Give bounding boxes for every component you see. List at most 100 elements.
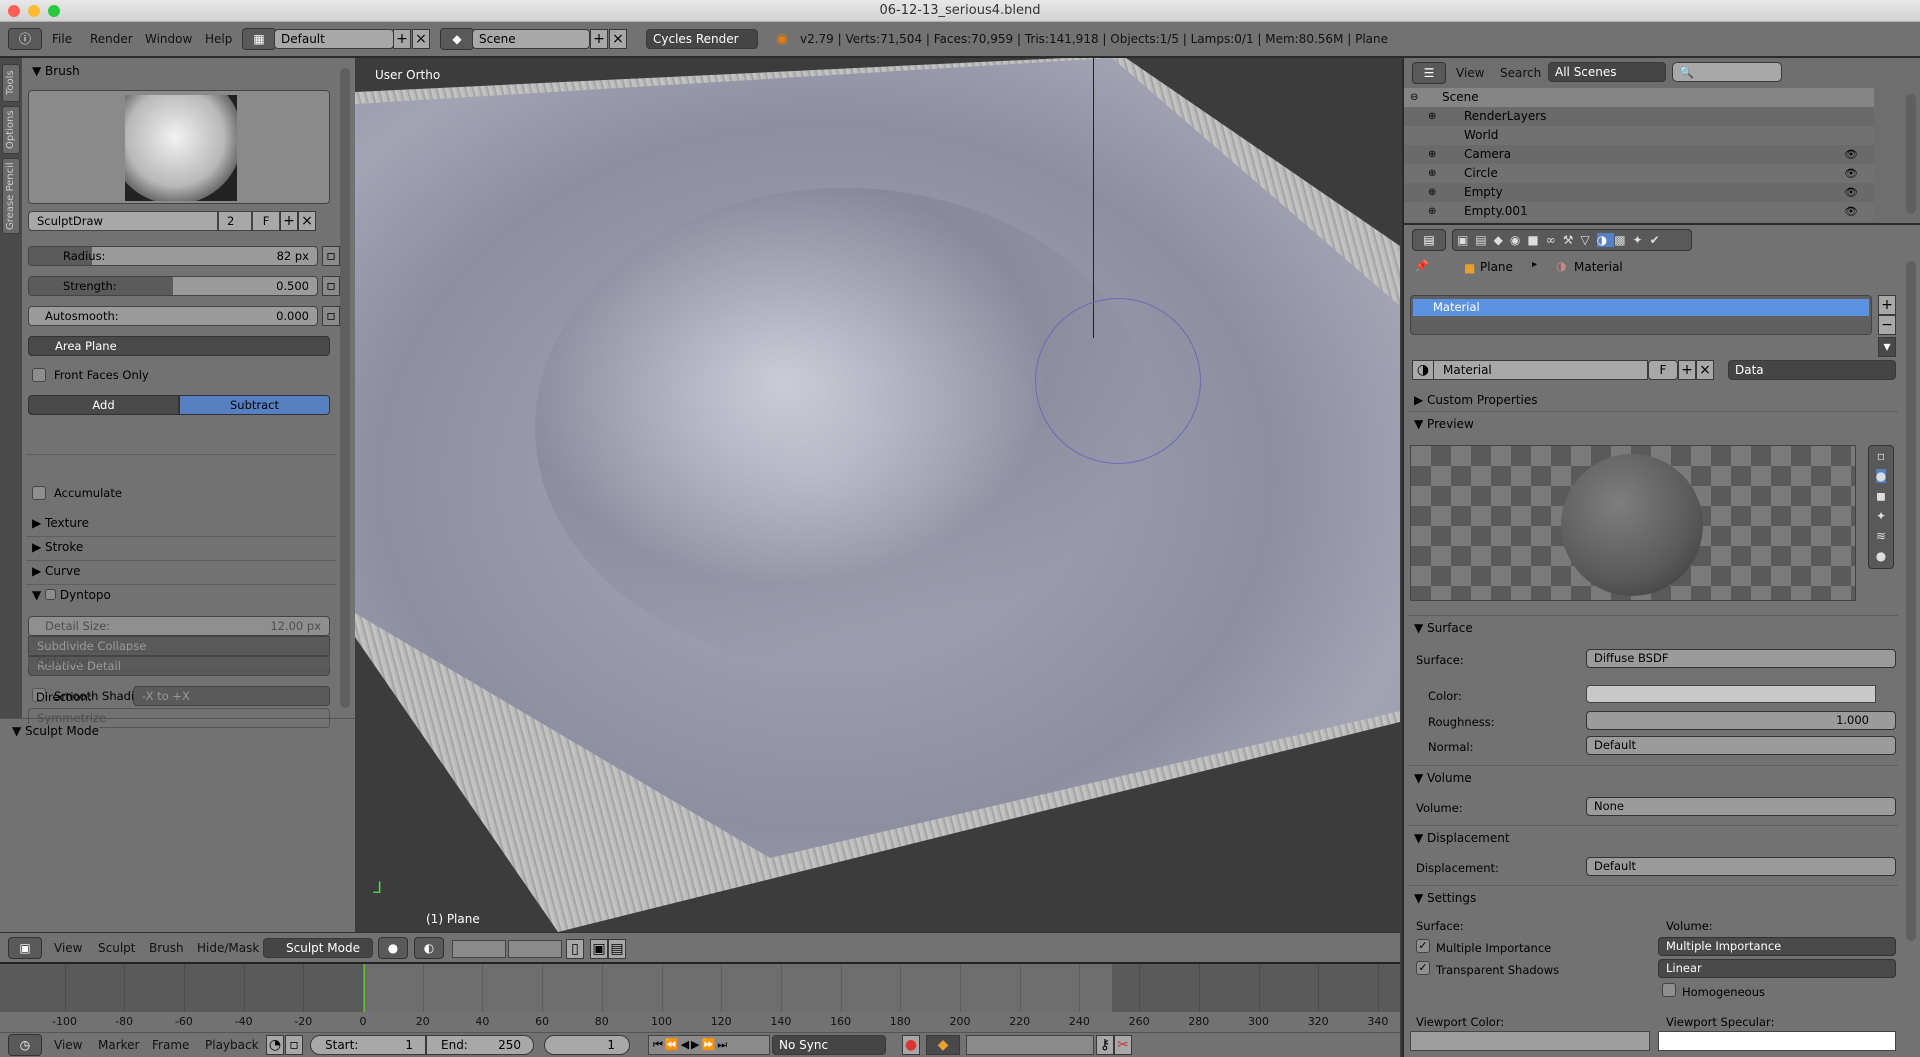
render-engine-dropdown[interactable]: Cycles Render bbox=[646, 29, 758, 49]
outliner-item-empty[interactable]: ⊕ Empty 👁 bbox=[1404, 183, 1874, 202]
layers-group-1[interactable] bbox=[452, 940, 506, 958]
expand-icon[interactable]: ⊕ bbox=[1428, 164, 1436, 183]
preview-header[interactable]: ▼ Preview bbox=[1414, 417, 1474, 431]
direction-dropdown[interactable]: -X to +X bbox=[133, 686, 330, 706]
dyntopo-checkbox[interactable] bbox=[45, 589, 57, 600]
display-mode-dropdown[interactable]: All Scenes bbox=[1548, 62, 1666, 82]
start-frame-field[interactable]: Start: 1 bbox=[310, 1035, 426, 1055]
brush-users[interactable]: 2 bbox=[218, 211, 252, 231]
material-name-field[interactable]: Material bbox=[1432, 360, 1648, 380]
outliner-item-camera[interactable]: ⊕ Camera 👁 bbox=[1404, 145, 1874, 164]
volume-field[interactable]: None bbox=[1586, 797, 1896, 816]
stroke-panel-header[interactable]: ▶ Stroke bbox=[32, 540, 83, 554]
layers-group-2[interactable] bbox=[508, 940, 562, 958]
menu-brush[interactable]: Brush bbox=[149, 941, 184, 955]
mode-dropdown[interactable]: Sculpt Mode bbox=[263, 938, 373, 958]
add-scene-button[interactable]: + bbox=[590, 29, 608, 49]
surface-header[interactable]: ▼ Surface bbox=[1414, 621, 1473, 635]
expand-icon[interactable]: ⊖ bbox=[1410, 88, 1418, 107]
brush-name-field[interactable]: SculptDraw bbox=[28, 211, 218, 231]
remove-layout-button[interactable]: × bbox=[412, 29, 430, 49]
volume-header[interactable]: ▼ Volume bbox=[1414, 771, 1472, 785]
add-layout-button[interactable]: + bbox=[393, 29, 411, 49]
minimize-window-button[interactable] bbox=[28, 5, 40, 17]
menu-search[interactable]: Search bbox=[1500, 66, 1541, 80]
pin-icon[interactable]: 📌 bbox=[1414, 259, 1429, 273]
unlink-material-button[interactable]: × bbox=[1696, 360, 1714, 380]
visibility-eye-icon[interactable]: 👁 bbox=[1844, 202, 1858, 221]
tab-tools[interactable]: Tools bbox=[2, 64, 20, 102]
dyntopo-panel-header[interactable]: ▼ Dyntopo bbox=[32, 588, 111, 602]
editor-type-properties-icon[interactable]: ▤ bbox=[1412, 229, 1446, 251]
outliner-item-scene[interactable]: ⊖ Scene bbox=[1404, 88, 1874, 107]
add-slot-button[interactable]: + bbox=[1878, 295, 1896, 315]
fake-user-button[interactable]: F bbox=[1648, 360, 1678, 380]
expand-icon[interactable]: ⊕ bbox=[1428, 202, 1436, 221]
visibility-eye-icon[interactable]: 👁 bbox=[1844, 183, 1858, 202]
editor-type-3d-icon[interactable]: ▣ bbox=[8, 937, 42, 959]
menu-render[interactable]: Render bbox=[90, 32, 133, 46]
render-icon[interactable]: ▣ bbox=[590, 939, 608, 959]
delete-keyframe-icon[interactable]: ✂ bbox=[1114, 1035, 1132, 1055]
area-plane-dropdown[interactable]: Area Plane bbox=[28, 336, 330, 356]
add-button[interactable]: Add bbox=[28, 395, 179, 415]
strength-pressure-icon[interactable]: ▫ bbox=[322, 276, 340, 296]
outliner-item-empty-001[interactable]: ⊕ Empty.001 👁 bbox=[1404, 202, 1874, 221]
material-slot-item[interactable]: Material bbox=[1413, 299, 1869, 316]
texture-panel-header[interactable]: ▶ Texture bbox=[32, 516, 89, 530]
new-material-button[interactable]: + bbox=[1678, 360, 1696, 380]
properties-scrollbar[interactable] bbox=[1906, 261, 1916, 941]
menu-window[interactable]: Window bbox=[145, 32, 192, 46]
subtract-button[interactable]: Subtract bbox=[179, 395, 330, 415]
menu-hide-mask[interactable]: Hide/Mask bbox=[197, 941, 259, 955]
custom-properties-header[interactable]: ▶ Custom Properties bbox=[1414, 393, 1537, 407]
visibility-eye-icon[interactable]: 👁 bbox=[1844, 145, 1858, 164]
keying-set-field[interactable] bbox=[966, 1035, 1094, 1055]
editor-type-timeline-icon[interactable]: ◷ bbox=[8, 1034, 42, 1056]
menu-marker[interactable]: Marker bbox=[98, 1038, 139, 1052]
outliner-item-circle[interactable]: ⊕ Circle 👁 bbox=[1404, 164, 1874, 183]
expand-icon[interactable]: ⊕ bbox=[1428, 183, 1436, 202]
timeline[interactable] bbox=[0, 962, 1400, 1012]
scene-field[interactable]: Scene bbox=[472, 29, 590, 49]
current-frame-field[interactable]: 1 bbox=[544, 1035, 630, 1055]
radius-slider[interactable]: Radius: 82 px bbox=[28, 246, 318, 266]
optimize-button[interactable]: Optimize bbox=[28, 651, 330, 671]
remove-scene-button[interactable]: × bbox=[609, 29, 627, 49]
homogeneous-checkbox[interactable] bbox=[1662, 983, 1676, 997]
sculpt-mode-panel-header[interactable]: ▼ Sculpt Mode bbox=[12, 724, 100, 738]
menu-view[interactable]: View bbox=[54, 1038, 82, 1052]
close-window-button[interactable] bbox=[8, 5, 20, 17]
surface-shader-field[interactable]: Diffuse BSDF bbox=[1586, 649, 1896, 668]
layout-icon[interactable]: ▦ bbox=[242, 28, 276, 50]
frame-ruler[interactable]: -100 -80 -60 -40 -20 0 20 40 60 80 100 120 140 160 180… bbox=[0, 1012, 1400, 1032]
tab-options[interactable]: Options bbox=[2, 106, 20, 154]
viewport-color-swatch[interactable] bbox=[1410, 1031, 1650, 1051]
outliner-scrollbar[interactable] bbox=[1906, 94, 1916, 214]
editor-type-outliner-icon[interactable]: ☰ bbox=[1412, 62, 1446, 84]
autosmooth-pressure-icon[interactable]: ▫ bbox=[322, 306, 340, 326]
remove-slot-button[interactable]: − bbox=[1878, 315, 1896, 335]
radius-pressure-icon[interactable]: ▫ bbox=[322, 246, 340, 266]
tool-shelf-scrollbar[interactable] bbox=[340, 68, 350, 708]
volume-interpolation-dropdown[interactable]: Linear bbox=[1658, 959, 1896, 978]
playback-controls[interactable]: ⏮⏪◀▶⏩⏭ bbox=[648, 1035, 770, 1055]
brush-preview[interactable] bbox=[28, 90, 330, 204]
sync-dropdown[interactable]: No Sync bbox=[772, 1035, 886, 1055]
shading-icon[interactable]: ● bbox=[378, 937, 408, 959]
lock-icon[interactable]: ▫ bbox=[285, 1035, 303, 1055]
3d-viewport[interactable]: User Ortho (1) Plane ⅃ bbox=[355, 58, 1400, 932]
insert-keyframe-icon[interactable]: ⚷ bbox=[1096, 1035, 1114, 1055]
menu-help[interactable]: Help bbox=[205, 32, 232, 46]
volume-sampling-dropdown[interactable]: Multiple Importance bbox=[1658, 937, 1896, 956]
menu-view[interactable]: View bbox=[1456, 66, 1484, 80]
expand-icon[interactable]: ⊕ bbox=[1428, 145, 1436, 164]
render-animation-icon[interactable]: ▤ bbox=[608, 939, 626, 959]
pivot-icon[interactable]: ◐ bbox=[414, 937, 444, 959]
tab-grease-pencil[interactable]: Grease Pencil bbox=[2, 158, 20, 234]
displacement-field[interactable]: Default bbox=[1586, 857, 1896, 876]
preview-range-icon[interactable]: ◔ bbox=[266, 1035, 284, 1055]
displacement-header[interactable]: ▼ Displacement bbox=[1414, 831, 1510, 845]
material-tab-icon[interactable]: ◑ bbox=[1596, 233, 1615, 247]
editor-type-info-icon[interactable]: ⓘ bbox=[8, 28, 42, 50]
